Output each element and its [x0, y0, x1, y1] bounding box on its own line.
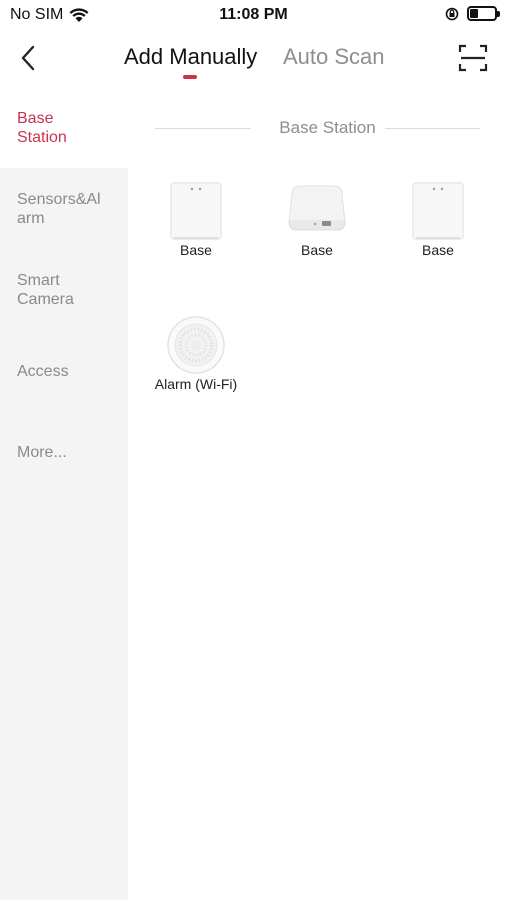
device-item[interactable]: Base — [378, 180, 498, 258]
status-time: 11:08 PM — [219, 6, 288, 23]
device-list: Base Station Base Base Base Alarm (Wi-Fi… — [128, 100, 507, 900]
active-tab-indicator — [183, 75, 197, 79]
sidebar-item-label: Access — [17, 363, 69, 380]
hub-tower-icon — [170, 182, 222, 240]
sidebar-item-more[interactable]: More... — [0, 443, 128, 462]
category-sidebar: Base Station Sensors&Al arm Smart Camera… — [0, 100, 128, 900]
sidebar-item-smart-camera[interactable]: Smart Camera — [0, 271, 128, 309]
orientation-lock-icon — [445, 7, 459, 20]
battery-level — [470, 9, 479, 18]
device-label: Base — [301, 242, 333, 258]
sidebar-item-base-station[interactable]: Base Station — [0, 100, 128, 168]
tab-auto-scan[interactable]: Auto Scan — [283, 44, 385, 70]
status-right — [445, 6, 500, 21]
back-button[interactable] — [10, 40, 46, 76]
device-label: Alarm (Wi-Fi) — [154, 376, 238, 392]
sidebar-item-label: Base Station — [17, 110, 67, 146]
scan-qr-icon[interactable] — [457, 42, 489, 74]
device-label: Base — [180, 242, 212, 258]
hub-tower-icon — [412, 182, 464, 240]
device-item[interactable]: Base — [136, 180, 256, 258]
device-item[interactable]: Base — [257, 180, 377, 258]
section-title-text: Base Station — [279, 118, 376, 137]
divider — [385, 128, 480, 129]
battery-icon — [467, 6, 500, 21]
status-bar: No SIM 11:08 PM — [0, 0, 507, 32]
sidebar-item-label: Smart Camera — [17, 272, 74, 308]
sidebar-item-label: More... — [17, 444, 67, 461]
chevron-left-icon — [21, 45, 35, 71]
device-item[interactable]: Alarm (Wi-Fi) — [136, 314, 256, 392]
smoke-alarm-icon — [167, 316, 225, 374]
hub-flat-icon — [288, 185, 346, 231]
sidebar-item-access[interactable]: Access — [0, 362, 128, 381]
section-header: Base Station — [128, 118, 507, 138]
sidebar-item-sensors-alarm[interactable]: Sensors&Al arm — [0, 190, 128, 228]
sidebar-item-label: Sensors&Al arm — [17, 191, 101, 227]
device-label: Base — [422, 242, 454, 258]
tab-add-manually[interactable]: Add Manually — [124, 44, 257, 70]
nav-bar: Add Manually Auto Scan — [0, 32, 507, 92]
